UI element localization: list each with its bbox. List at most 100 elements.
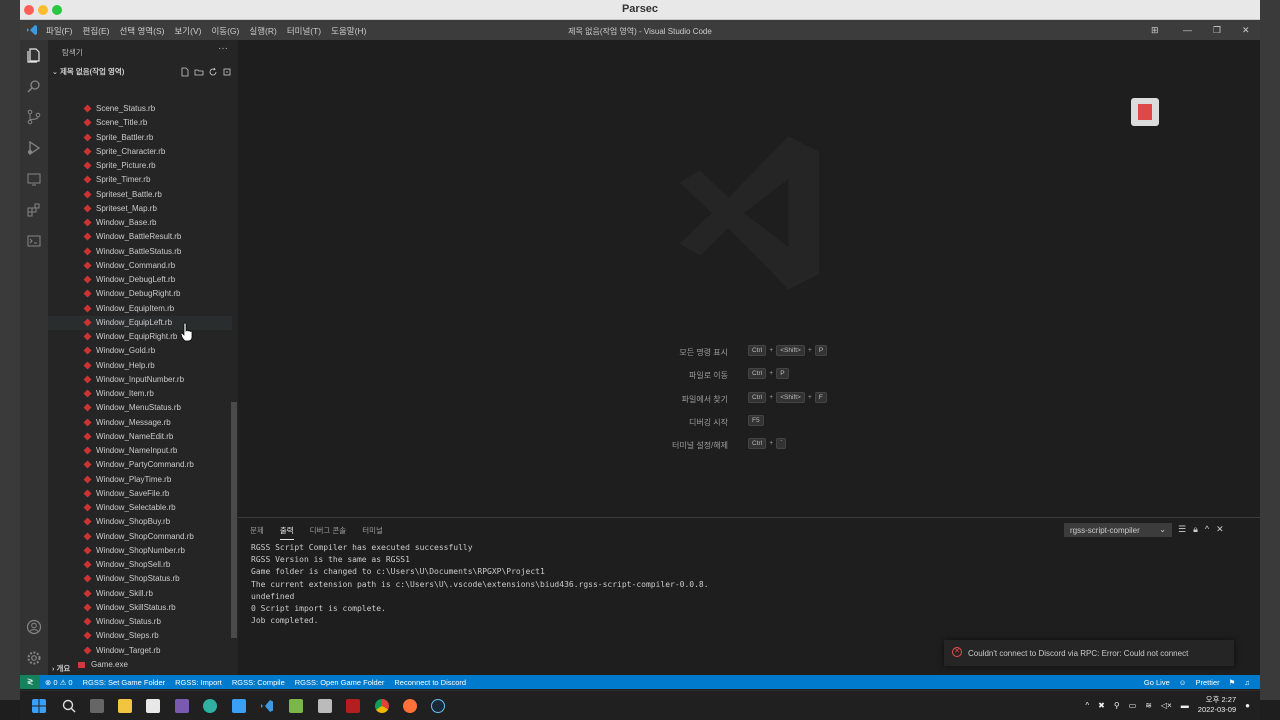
file-item[interactable]: Window_BattleResult.rb [48, 230, 232, 244]
notepad-icon[interactable] [289, 699, 303, 713]
chrome-icon[interactable] [375, 699, 389, 713]
file-item[interactable]: Game.exe [48, 658, 232, 672]
file-item[interactable]: Window_ShopBuy.rb [48, 515, 232, 529]
new-file-icon[interactable] [180, 64, 190, 77]
app-icon-blue[interactable] [232, 699, 246, 713]
explorer-icon[interactable] [26, 47, 42, 63]
new-folder-icon[interactable] [194, 64, 204, 76]
tray-expand-icon[interactable]: ^ [1085, 701, 1089, 710]
sidebar-scrollbar[interactable] [231, 402, 237, 638]
file-item[interactable]: Window_NameInput.rb [48, 444, 232, 458]
lock-icon[interactable]: 🔒︎ [1193, 524, 1198, 535]
taskbar-search-icon[interactable] [62, 699, 76, 713]
file-item[interactable]: Sprite_Character.rb [48, 145, 232, 159]
terminal-view-icon[interactable] [26, 233, 42, 249]
file-item[interactable]: Window_MenuStatus.rb [48, 401, 232, 415]
filter-list-icon[interactable]: ☰ [1178, 524, 1186, 535]
file-item[interactable]: Window_Skill.rb [48, 587, 232, 601]
file-item[interactable]: Spriteset_Map.rb [48, 202, 232, 216]
notifications-bell-icon[interactable]: ♫ [1244, 678, 1250, 687]
output-channel-select[interactable]: rgss-script-compiler ⌄ [1064, 523, 1172, 537]
extension-badge-icon[interactable] [1131, 98, 1159, 126]
file-item[interactable]: Sprite_Picture.rb [48, 159, 232, 173]
prettier[interactable]: Prettier [1195, 678, 1219, 687]
file-item[interactable]: Window_Command.rb [48, 259, 232, 273]
store-icon[interactable] [146, 699, 160, 713]
run-debug-icon[interactable] [26, 140, 42, 156]
close-icon[interactable]: ✕ [1242, 25, 1250, 36]
remote-icon[interactable]: ≷ [20, 675, 40, 689]
file-item[interactable]: Window_Status.rb [48, 615, 232, 629]
restore-icon[interactable]: ❐ [1213, 25, 1221, 36]
windows-start-icon[interactable] [32, 699, 46, 713]
task-view-icon[interactable] [90, 699, 104, 713]
problems-count[interactable]: ⊗ 0 ⚠ 0 [40, 678, 78, 687]
file-item[interactable]: Window_EquipLeft.rb [48, 315, 232, 330]
file-item[interactable]: Window_PartyCommand.rb [48, 458, 232, 472]
accounts-icon[interactable] [26, 619, 42, 635]
rpg-maker-icon[interactable] [175, 699, 189, 713]
rgss-open-game-folder[interactable]: RGSS: Open Game Folder [290, 678, 390, 687]
steam-icon[interactable] [431, 699, 445, 713]
feedback-icon[interactable]: ⚑ [1229, 678, 1236, 687]
file-item[interactable]: Window_ShopNumber.rb [48, 544, 232, 558]
tab-terminal[interactable]: 터미널 [362, 525, 383, 540]
calculator-icon[interactable] [318, 699, 332, 713]
close-panel-icon[interactable]: ✕ [1216, 524, 1224, 535]
file-item[interactable]: Window_ShopCommand.rb [48, 530, 232, 544]
file-item[interactable]: Window_Item.rb [48, 387, 232, 401]
file-item[interactable]: Window_Message.rb [48, 416, 232, 430]
minimize-icon[interactable]: — [1183, 25, 1192, 35]
file-item[interactable]: Window_Steps.rb [48, 629, 232, 643]
firefox-icon[interactable] [403, 699, 417, 713]
file-item[interactable]: Window_EquipItem.rb [48, 302, 232, 316]
clock[interactable]: 오후 2:27 2022-03-09 [1198, 695, 1236, 715]
tray-app-icon[interactable]: ✖ [1098, 701, 1105, 710]
file-item[interactable]: Sprite_Timer.rb [48, 173, 232, 187]
file-item[interactable]: Window_Base.rb [48, 216, 232, 230]
file-item[interactable]: Window_Selectable.rb [48, 501, 232, 515]
volume-icon[interactable]: ◁× [1161, 701, 1172, 710]
go-live[interactable]: Go Live [1144, 678, 1170, 687]
vscode-taskbar-icon[interactable] [260, 699, 274, 713]
file-item[interactable]: Window_PlayTime.rb [48, 473, 232, 487]
remote-explorer-icon[interactable] [26, 171, 42, 187]
rgss-import[interactable]: RGSS: Import [170, 678, 227, 687]
file-item[interactable]: Window_EquipRight.rb [48, 330, 232, 344]
file-item[interactable]: Scene_Status.rb [48, 102, 232, 116]
tab-debug-console[interactable]: 디버그 콘솔 [310, 525, 347, 540]
file-item[interactable]: Window_DebugLeft.rb [48, 273, 232, 287]
file-item[interactable]: Window_Target.rb [48, 644, 232, 658]
tab-problems[interactable]: 문제 [250, 525, 264, 540]
maximize-panel-icon[interactable]: ^ [1205, 524, 1209, 535]
file-item[interactable]: Spriteset_Battle.rb [48, 188, 232, 202]
file-item[interactable]: Window_Help.rb [48, 359, 232, 373]
layout-icon[interactable]: ⊞ [1151, 25, 1159, 36]
notification-icon[interactable]: ● [1245, 701, 1250, 710]
account-status-icon[interactable]: ☺ [1179, 678, 1187, 687]
file-item[interactable]: Window_ShopSell.rb [48, 558, 232, 572]
tray-display-icon[interactable]: ▭ [1129, 701, 1137, 710]
file-item[interactable]: Window_NameEdit.rb [48, 430, 232, 444]
tray-usb-icon[interactable]: ⚲ [1114, 701, 1120, 710]
search-icon[interactable] [26, 78, 42, 94]
reconnect-discord[interactable]: Reconnect to Discord [389, 678, 471, 687]
refresh-icon[interactable] [208, 64, 218, 76]
battery-icon[interactable]: ▬ [1181, 701, 1189, 710]
file-item[interactable]: Sprite_Battler.rb [48, 131, 232, 145]
file-item[interactable]: Window_Gold.rb [48, 344, 232, 358]
file-item[interactable]: Window_InputNumber.rb [48, 373, 232, 387]
file-item[interactable]: Window_SaveFile.rb [48, 487, 232, 501]
file-item[interactable]: Window_SkillStatus.rb [48, 601, 232, 615]
filezilla-icon[interactable] [346, 699, 360, 713]
file-item[interactable]: Window_ShopStatus.rb [48, 572, 232, 586]
settings-gear-icon[interactable] [26, 650, 42, 666]
file-item[interactable]: Scene_Title.rb [48, 116, 232, 130]
wifi-icon[interactable]: ≋ [1145, 701, 1152, 710]
rgss-set-game-folder[interactable]: RGSS: Set Game Folder [78, 678, 171, 687]
collapse-all-icon[interactable] [222, 64, 232, 76]
more-actions-icon[interactable]: ··· [218, 43, 228, 54]
outline-header[interactable]: › 개요 [52, 663, 70, 674]
source-control-icon[interactable] [26, 109, 42, 125]
file-item[interactable]: Window_BattleStatus.rb [48, 245, 232, 259]
